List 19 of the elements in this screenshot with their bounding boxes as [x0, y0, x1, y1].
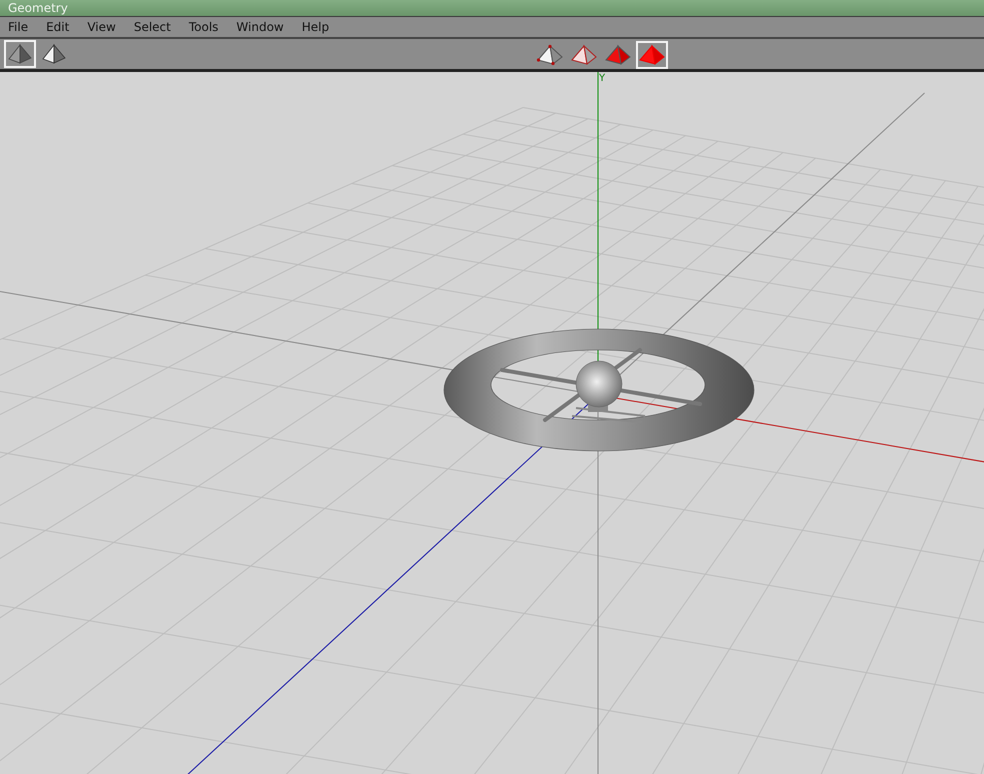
menu-item[interactable]: Select: [128, 20, 177, 34]
pyramid-icon: [7, 43, 33, 66]
pyramid-icon: [41, 43, 67, 66]
menu-item[interactable]: Window: [230, 20, 290, 34]
pyramid-icon: [638, 44, 666, 66]
menu-item[interactable]: Help: [296, 20, 336, 34]
pyramid-icon: [536, 44, 564, 66]
menu-item[interactable]: Edit: [40, 20, 76, 34]
shaded-display-button[interactable]: [4, 40, 36, 68]
menu-item[interactable]: File: [2, 20, 34, 34]
wheel-model-drawing[interactable]: [444, 328, 754, 452]
menu-item[interactable]: Tools: [182, 20, 224, 34]
axis-label: Y: [599, 73, 606, 84]
pyramid-icon: [570, 44, 598, 66]
object-select-button[interactable]: [636, 41, 668, 70]
viewport-3d[interactable]: Y: [0, 72, 984, 774]
window-title: Geometry: [8, 0, 68, 15]
pyramid-icon: [604, 44, 632, 66]
menu-item[interactable]: View: [81, 20, 122, 34]
